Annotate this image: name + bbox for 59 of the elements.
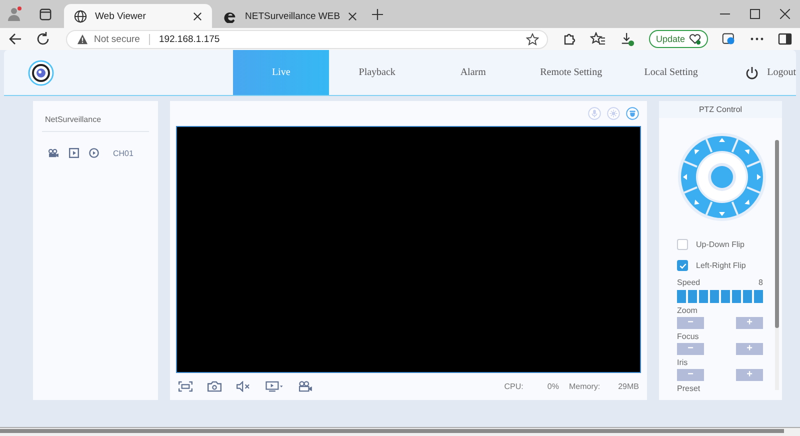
control-label: Iris [677,358,689,367]
camera-icon[interactable] [207,381,222,392]
close-icon[interactable] [780,9,790,19]
browser-tab[interactable]: NETSurveillance WEB [214,4,362,28]
nav-tab[interactable]: Playback [329,50,426,95]
checkbox-label: Up-Down Flip [696,240,744,249]
more-icon[interactable] [750,37,764,41]
refresh-icon[interactable] [36,32,50,46]
address-bar[interactable]: Not secure 192.168.1.175 [66,30,548,48]
maximize-icon[interactable] [750,9,760,19]
cpu-label: CPU: [504,382,524,391]
nav-tab[interactable]: Alarm [425,50,522,95]
camera-dome-icon[interactable] [626,107,639,120]
nav-tab[interactable]: Local Setting [621,50,722,95]
star-icon[interactable] [526,32,539,46]
horizontal-scrollbar[interactable] [0,427,800,436]
video-camera-icon[interactable] [298,381,313,392]
speed-slider[interactable] [677,290,763,303]
speed-value: 8 [758,278,763,287]
mute-icon[interactable] [236,381,251,392]
ptz-joystick[interactable] [677,132,767,222]
record-icon[interactable] [89,148,99,158]
checkbox[interactable] [677,260,688,271]
heart-icon [689,33,701,45]
logo-icon [28,60,54,86]
control-label: Preset [677,384,702,393]
favorites-icon[interactable] [590,32,606,46]
fullscreen-icon[interactable] [178,381,193,392]
play-icon[interactable] [69,148,79,158]
download-icon[interactable] [620,32,635,46]
update-button[interactable]: Update [648,30,708,48]
checkbox-label: Left-Right Flip [696,261,746,270]
channel-name[interactable]: CH01 [113,148,134,158]
new-tab-icon[interactable] [372,8,383,20]
globe-icon [74,10,87,22]
panel-title: PTZ Control [659,101,782,118]
control-label: Focus [677,332,700,341]
warning-icon [77,34,88,44]
profile-icon[interactable] [7,6,23,22]
cpu-value: 0% [547,382,559,391]
close-icon[interactable] [193,12,202,20]
power-icon[interactable] [745,66,760,80]
speed-label: Speed [677,278,700,287]
checkbox[interactable] [677,239,688,250]
control-label: Zoom [677,306,698,315]
tab-actions-icon[interactable] [39,8,52,20]
sidebar-icon[interactable] [778,33,792,45]
close-icon[interactable] [348,12,358,20]
video-camera-icon[interactable] [48,148,59,158]
vertical-scrollbar[interactable] [775,140,779,390]
nav-tab[interactable]: Remote Setting [521,50,622,95]
browser-tab[interactable]: Web Viewer [64,4,212,28]
logout-link[interactable]: Logout [767,67,796,78]
puzzle-icon[interactable] [562,32,576,46]
display-icon[interactable] [265,381,284,392]
back-icon[interactable] [8,32,22,46]
memory-value: 29MB [618,382,639,391]
memory-label: Memory: [568,382,600,391]
device-name: NetSurveillance [42,101,149,132]
